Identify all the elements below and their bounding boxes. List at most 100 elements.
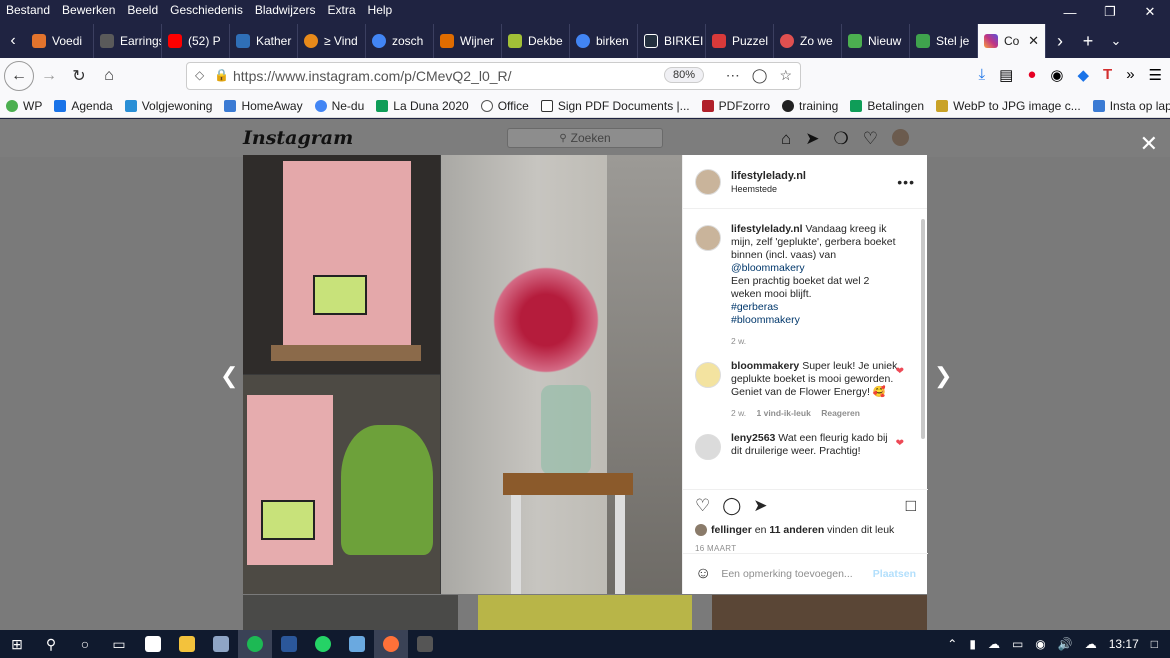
avatar[interactable]	[695, 362, 721, 388]
minimize-icon[interactable]: —	[1050, 0, 1090, 24]
mention-link[interactable]: @bloommakery	[731, 262, 805, 274]
comment-like-heart-icon[interactable]: ❤	[896, 438, 904, 449]
tab[interactable]: BIRKEI	[638, 24, 706, 58]
whatsapp-icon[interactable]	[306, 630, 340, 658]
close-window-icon[interactable]: ✕	[1130, 0, 1170, 24]
menu-beeld[interactable]: Beeld	[121, 3, 164, 17]
app-icon[interactable]	[408, 630, 442, 658]
search-input[interactable]: ⚲ Zoeken	[507, 128, 663, 148]
bookmark-item[interactable]: Betalingen	[844, 99, 930, 113]
pinterest-icon[interactable]: ●	[1027, 66, 1036, 84]
tab[interactable]: Voedi	[26, 24, 94, 58]
forward-icon[interactable]: →	[34, 61, 64, 91]
bookmark-item[interactable]: WP	[0, 99, 48, 113]
extension-icon[interactable]: ◆	[1077, 66, 1089, 84]
scrollbar[interactable]	[921, 219, 925, 439]
bookmark-item[interactable]: Sign PDF Documents |...	[535, 99, 696, 113]
related-thumbnail[interactable]	[712, 595, 928, 630]
direct-message-icon[interactable]: ➤	[805, 129, 819, 149]
menu-help[interactable]: Help	[362, 3, 399, 17]
activity-heart-icon[interactable]: ♡	[863, 129, 878, 149]
tracking-shield-icon[interactable]: ◇	[195, 68, 204, 82]
menu-geschiedenis[interactable]: Geschiedenis	[164, 3, 249, 17]
pocket-icon[interactable]: ◯	[752, 67, 768, 84]
menu-extra[interactable]: Extra	[322, 3, 362, 17]
show-hidden-icons-icon[interactable]: ⌃	[941, 637, 963, 651]
zoom-level[interactable]: 80%	[663, 67, 704, 83]
instagram-logo[interactable]: Instagram	[243, 127, 353, 149]
bookmark-item[interactable]: Insta op laptop	[1087, 99, 1170, 113]
related-thumbnail[interactable]	[477, 595, 693, 630]
spotify-icon[interactable]	[238, 630, 272, 658]
clock-time[interactable]: 13:17	[1103, 637, 1145, 651]
search-icon[interactable]: ⚲	[34, 630, 68, 658]
likes-others[interactable]: 11 anderen	[769, 524, 824, 536]
display-icon[interactable]: ▭	[1006, 637, 1029, 651]
menu-bladwijzers[interactable]: Bladwijzers	[249, 3, 322, 17]
tab[interactable]: Nieuw	[842, 24, 910, 58]
tab[interactable]: Wijner	[434, 24, 502, 58]
bookmark-item[interactable]: WebP to JPG image c...	[930, 99, 1087, 113]
overflow-icon[interactable]: »	[1126, 66, 1134, 84]
bookmark-item[interactable]: Agenda	[48, 99, 118, 113]
text-extension-icon[interactable]: T	[1103, 66, 1112, 84]
tab-instagram-active[interactable]: Co ✕	[978, 24, 1046, 58]
comment-like-heart-icon[interactable]: ❤	[896, 366, 904, 377]
wifi-icon[interactable]: ◉	[1029, 637, 1051, 651]
bookmark-item[interactable]: Ne-du	[309, 99, 371, 113]
tab[interactable]: (52) P	[162, 24, 230, 58]
store-icon[interactable]	[136, 630, 170, 658]
reply-button[interactable]: Reageren	[821, 408, 860, 418]
tab[interactable]: ≥ Vind	[298, 24, 366, 58]
cortana-icon[interactable]: ○	[68, 630, 102, 658]
hashtag-link[interactable]: #gerberas	[731, 301, 901, 314]
profile-avatar[interactable]	[892, 129, 910, 146]
share-icon[interactable]: ➤	[753, 496, 767, 516]
home-icon[interactable]: ⌂	[781, 129, 791, 149]
menu-bewerken[interactable]: Bewerken	[56, 3, 121, 17]
reload-icon[interactable]: ↻	[64, 61, 94, 91]
save-bookmark-icon[interactable]: □	[906, 496, 916, 516]
comment-bubble-icon[interactable]: ◯	[722, 496, 741, 516]
volume-icon[interactable]: 🔊	[1052, 637, 1079, 651]
tab[interactable]: birken	[570, 24, 638, 58]
caption-time[interactable]: 2 w.	[731, 336, 746, 346]
post-comment-button[interactable]: Plaatsen	[873, 568, 916, 580]
tab[interactable]: Kather	[230, 24, 298, 58]
bookmark-item[interactable]: Volgjewoning	[119, 99, 219, 113]
more-options-icon[interactable]: •••	[897, 174, 915, 190]
caption-username[interactable]: lifestylelady.nl	[731, 223, 803, 235]
comment-username[interactable]: leny2563	[731, 432, 775, 444]
task-view-icon[interactable]: ▭	[102, 630, 136, 658]
tab[interactable]: zosch	[366, 24, 434, 58]
post-username[interactable]: lifestylelady.nl	[731, 170, 806, 182]
next-post-icon[interactable]: ❯	[934, 363, 952, 389]
close-tab-icon[interactable]: ✕	[1028, 33, 1039, 49]
home-icon[interactable]: ⌂	[94, 61, 124, 91]
cloud-icon[interactable]: ☁	[982, 637, 1006, 651]
scroll-tabs-left-icon[interactable]: ‹	[0, 32, 26, 50]
back-icon[interactable]: ←	[4, 61, 34, 91]
bookmark-item[interactable]: La Duna 2020	[370, 99, 474, 113]
comment-time[interactable]: 2 w.	[731, 408, 746, 418]
post-image[interactable]	[243, 155, 682, 594]
url-text[interactable]: https://www.instagram.com/p/CMevQ2_l0_R/	[233, 68, 512, 84]
explore-compass-icon[interactable]: ❍	[834, 129, 849, 149]
app-icon[interactable]	[340, 630, 374, 658]
tab[interactable]: Dekbe	[502, 24, 570, 58]
bookmark-item[interactable]: Office	[475, 99, 535, 113]
comment-input[interactable]: Een opmerking toevoegen...	[721, 568, 852, 580]
previous-post-icon[interactable]: ❮	[220, 363, 238, 389]
tab[interactable]: Zo we	[774, 24, 842, 58]
tab[interactable]: Earrings |	[94, 24, 162, 58]
notifications-icon[interactable]: □	[1145, 637, 1170, 651]
avatar[interactable]	[695, 225, 721, 251]
avatar[interactable]	[695, 168, 721, 195]
tab[interactable]: Puzzel	[706, 24, 774, 58]
maximize-icon[interactable]: ❐	[1090, 0, 1130, 24]
download-icon[interactable]: ⤓	[979, 66, 986, 84]
hamburger-menu-icon[interactable]: ☰	[1149, 66, 1162, 84]
bookmark-star-icon[interactable]: ☆	[779, 67, 792, 84]
scroll-tabs-right-icon[interactable]: ›	[1046, 31, 1074, 52]
close-icon[interactable]: ✕	[1140, 131, 1158, 157]
